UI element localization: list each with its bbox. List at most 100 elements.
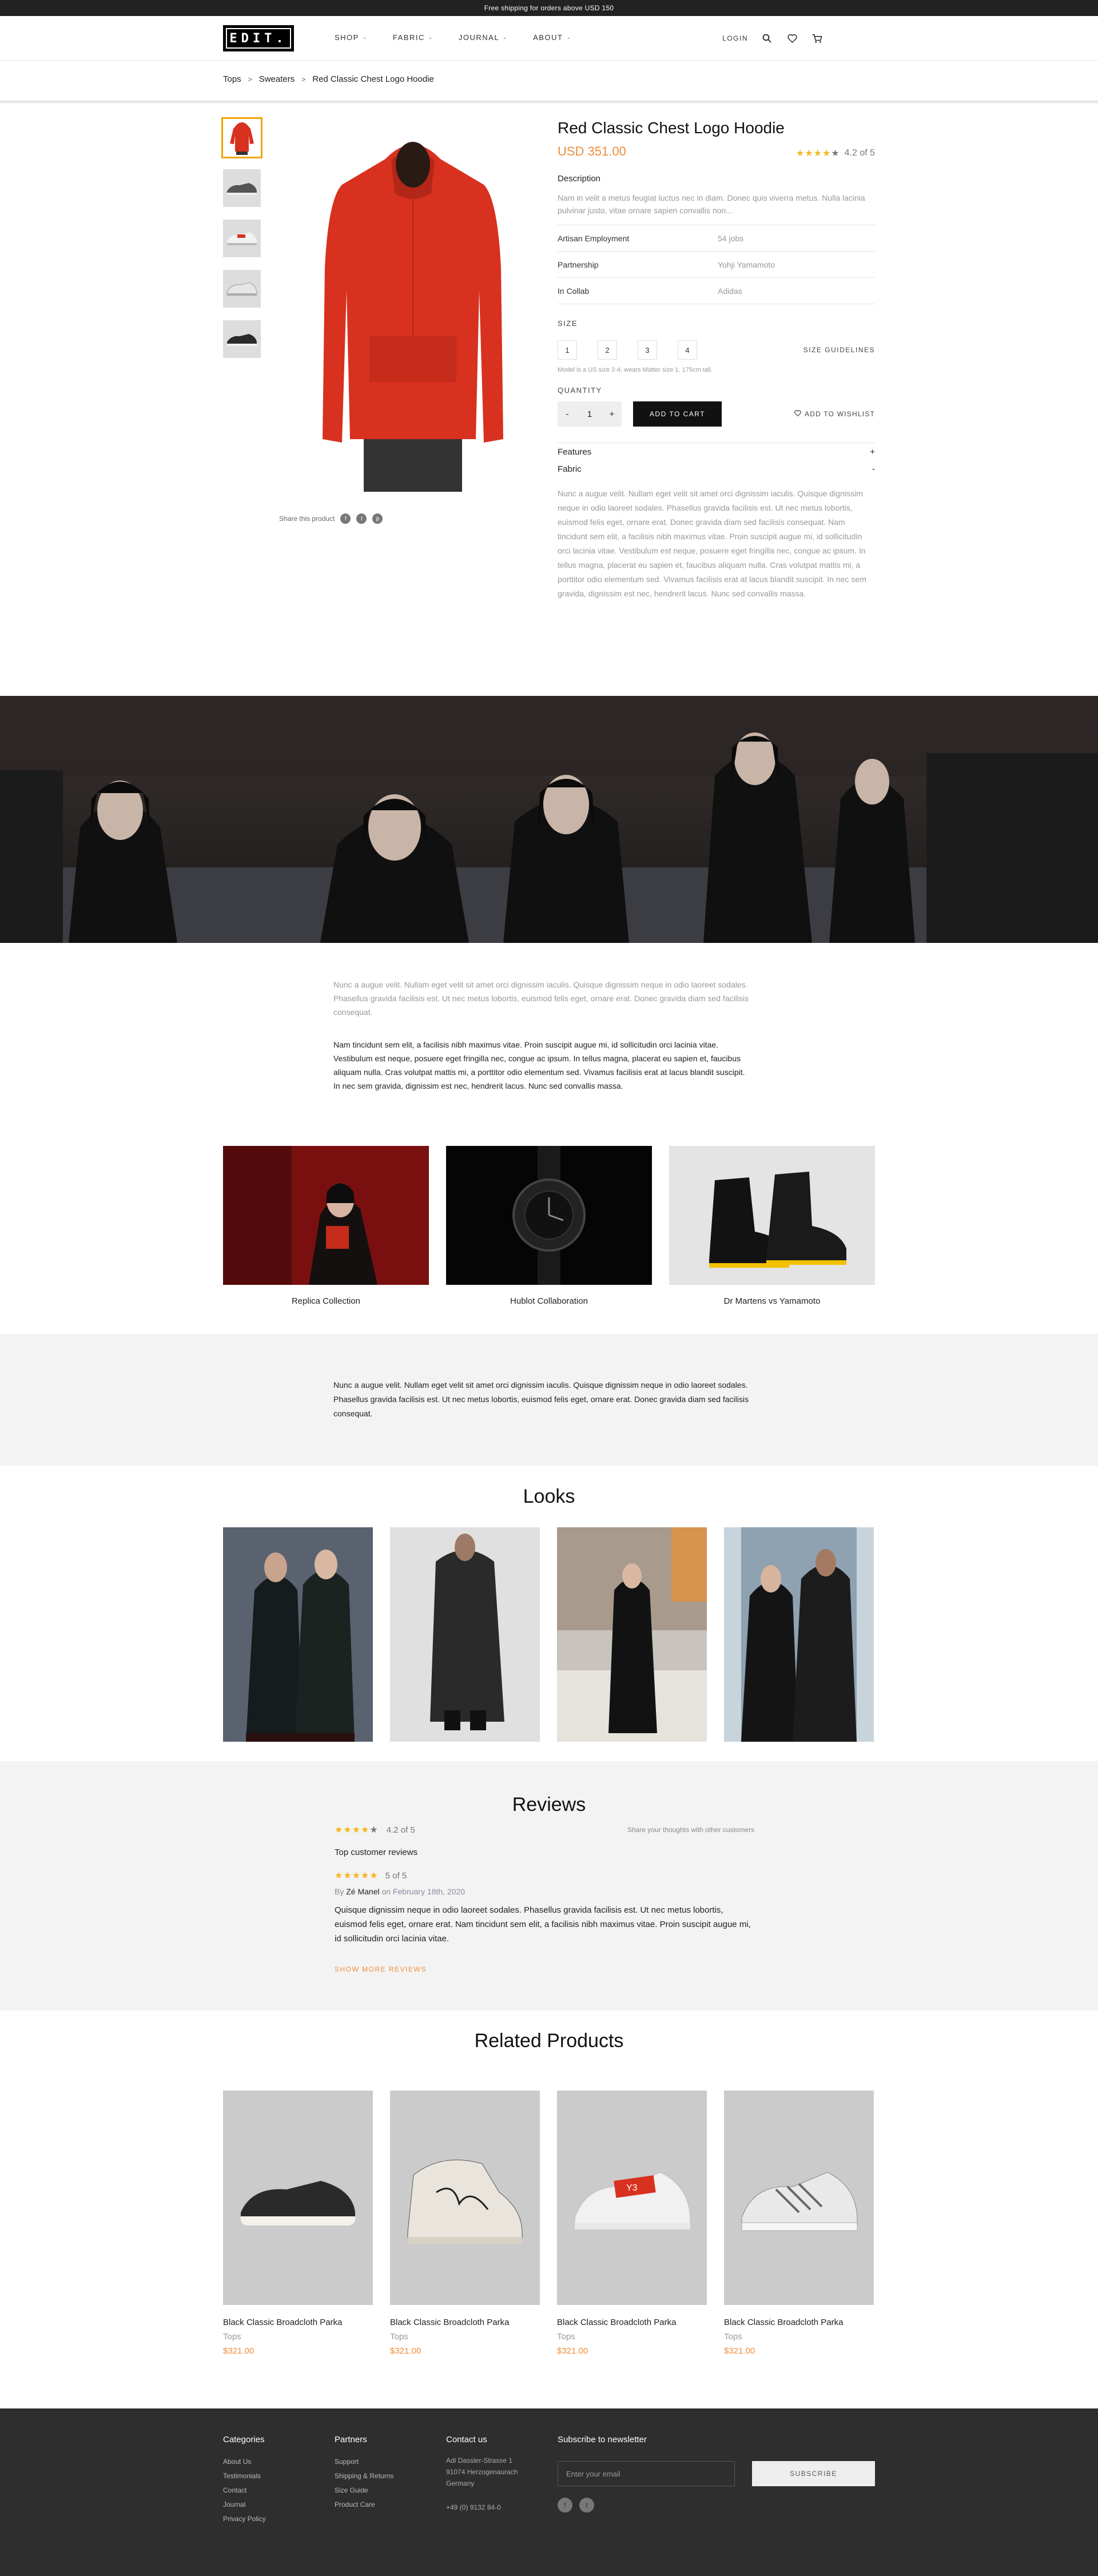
footer-link[interactable]: Testimonials — [223, 2469, 266, 2483]
product-card[interactable]: Black Classic Broadcloth Parka Tops $321… — [724, 2091, 874, 2356]
product-card[interactable]: Black Classic Broadcloth Parka Tops $321… — [223, 2091, 373, 2356]
increase-button[interactable]: + — [606, 405, 618, 423]
add-to-wishlist-button[interactable]: ADD TO WISHLIST — [794, 410, 875, 418]
product-accordion: Features + Fabric - — [558, 443, 875, 477]
collection-card[interactable]: Hublot Collaboration — [446, 1146, 652, 1306]
add-to-cart-button[interactable]: ADD TO CART — [633, 401, 722, 427]
product-card-image: Y3 — [557, 2091, 707, 2305]
looks-gallery — [223, 1527, 874, 1742]
thumbnail-shoe-2[interactable] — [223, 220, 261, 257]
on-label: on — [381, 1887, 391, 1896]
accordion-fabric[interactable]: Fabric - — [558, 460, 875, 477]
footer-link[interactable]: Journal — [223, 2498, 266, 2512]
nav-journal[interactable]: JOURNAL ⌄ — [459, 33, 508, 42]
attribute-row: Partnership Yohji Yamamoto — [558, 251, 875, 277]
attribute-value: Yohji Yamamoto — [718, 260, 775, 269]
look-image[interactable] — [724, 1527, 874, 1742]
product-card-category: Tops — [557, 2332, 575, 2342]
product-card-category: Tops — [724, 2332, 742, 2342]
logo[interactable]: EDIT. — [223, 25, 294, 51]
share-thoughts-link[interactable]: Share your thoughts with other customers — [627, 1826, 754, 1834]
product-card[interactable]: Black Classic Broadcloth Parka Tops $321… — [390, 2091, 540, 2356]
decrease-button[interactable]: - — [561, 405, 574, 423]
cart-icon[interactable] — [811, 32, 824, 45]
thumbnail-hoodie[interactable] — [221, 117, 262, 158]
breadcrumb-item[interactable]: Sweaters — [259, 74, 295, 84]
attribute-table: Artisan Employment 54 jobs Partnership Yoh… — [558, 225, 875, 304]
site-header: EDIT. SHOP ⌄ FABRIC ⌄ JOURNAL ⌄ ABOUT ⌄ LOGI… — [0, 16, 1098, 61]
product-card-price: $321.00 — [223, 2346, 254, 2356]
look-image[interactable] — [390, 1527, 540, 1742]
quantity-stepper: - 1 + — [558, 401, 622, 427]
pinterest-icon[interactable]: p — [372, 513, 383, 524]
nav-shop[interactable]: SHOP ⌄ — [335, 33, 368, 42]
address-line: Germany — [446, 2479, 475, 2487]
size-heading: SIZE — [558, 319, 578, 328]
breadcrumb: Tops > Sweaters > Red Classic Chest Logo… — [223, 74, 434, 84]
product-info: Red Classic Chest Logo Hoodie USD 351.00… — [558, 119, 875, 601]
size-option[interactable]: 2 — [598, 340, 617, 360]
size-guide-link[interactable]: SIZE GUIDELINES — [803, 346, 875, 354]
collection-cards: Replica Collection Hublot Collaboration … — [223, 1146, 875, 1306]
footer-link[interactable]: Product Care — [335, 2498, 393, 2512]
footer-categories: Categories About Us Testimonials Contact… — [223, 2435, 266, 2526]
search-icon[interactable] — [761, 32, 773, 45]
related-products: Black Classic Broadcloth Parka Tops $321… — [223, 2091, 874, 2356]
footer-link[interactable]: Contact — [223, 2483, 266, 2498]
review-date: February 18th, 2020 — [392, 1887, 466, 1896]
twitter-icon[interactable]: t — [579, 2498, 594, 2513]
size-option[interactable]: 1 — [558, 340, 577, 360]
review-text: Quisque dignissim neque in odio laoreet … — [335, 1905, 751, 1944]
star-rating-icon: ★★★★★ — [335, 1825, 379, 1835]
nav-fabric[interactable]: FABRIC ⌄ — [393, 33, 433, 42]
product-card-category: Tops — [390, 2332, 408, 2342]
footer-partners: Partners Support Shipping & Returns Size… — [335, 2435, 393, 2512]
footer-link[interactable]: About Us — [223, 2455, 266, 2469]
accordion-features[interactable]: Features + — [558, 443, 875, 460]
collection-image-boots — [669, 1146, 875, 1285]
product-card-price: $321.00 — [390, 2346, 421, 2356]
attribute-row: Artisan Employment 54 jobs — [558, 225, 875, 251]
phone-number: +49 (0) 9132 84-0 — [446, 2503, 501, 2511]
related-title: Related Products — [474, 2030, 624, 2052]
show-more-reviews-button[interactable]: SHOW MORE REVIEWS — [335, 1965, 427, 1973]
size-option[interactable]: 3 — [638, 340, 657, 360]
facebook-icon[interactable]: f — [340, 513, 351, 524]
quantity-value[interactable]: 1 — [587, 409, 592, 419]
facebook-icon[interactable]: f — [558, 2498, 572, 2513]
star-rating-icon: ★★★★★ — [335, 1871, 379, 1881]
collection-card[interactable]: Replica Collection — [223, 1146, 429, 1306]
review-rating: ★★★★★ 5 of 5 — [335, 1870, 755, 1881]
quantity-heading: QUANTITY — [558, 386, 602, 395]
twitter-icon[interactable]: t — [356, 513, 367, 524]
product-card-price: $321.00 — [557, 2346, 588, 2356]
subscribe-button[interactable]: SUBSCRIBE — [752, 2461, 875, 2486]
thumbnail-shoe-1[interactable] — [223, 169, 261, 207]
divider — [0, 101, 1098, 104]
nav-about[interactable]: ABOUT ⌄ — [533, 33, 571, 42]
product-card-name: Black Classic Broadcloth Parka — [557, 2318, 677, 2327]
newsletter-email-input[interactable]: Enter your email — [558, 2461, 735, 2486]
nav-label: ABOUT — [533, 33, 563, 42]
size-option[interactable]: 4 — [678, 340, 697, 360]
collection-card[interactable]: Dr Martens vs Yamamoto — [669, 1146, 875, 1306]
footer-link[interactable]: Support — [335, 2455, 393, 2469]
look-image[interactable] — [557, 1527, 707, 1742]
share-bar: Share this product f t p — [279, 513, 383, 524]
footer-link[interactable]: Privacy Policy — [223, 2512, 266, 2526]
login-link[interactable]: LOGIN — [722, 34, 748, 42]
heart-icon[interactable] — [786, 32, 798, 45]
product-card-name: Black Classic Broadcloth Parka — [724, 2318, 844, 2327]
description-heading: Description — [558, 174, 601, 184]
thumbnail-shoe-4[interactable] — [223, 320, 261, 358]
breadcrumb-item[interactable]: Tops — [223, 74, 241, 84]
footer-link[interactable]: Size Guide — [335, 2483, 393, 2498]
footer-link[interactable]: Shipping & Returns — [335, 2469, 393, 2483]
footer-heading: Contact us — [446, 2435, 487, 2444]
product-card[interactable]: Y3 Black Classic Broadcloth Parka Tops $… — [557, 2091, 707, 2356]
look-image[interactable] — [223, 1527, 373, 1742]
thumbnail-shoe-3[interactable] — [223, 270, 261, 308]
attribute-key: Artisan Employment — [558, 233, 630, 243]
reviews-average: 4.2 of 5 — [386, 1825, 415, 1835]
rating-text: 4.2 of 5 — [844, 148, 875, 158]
